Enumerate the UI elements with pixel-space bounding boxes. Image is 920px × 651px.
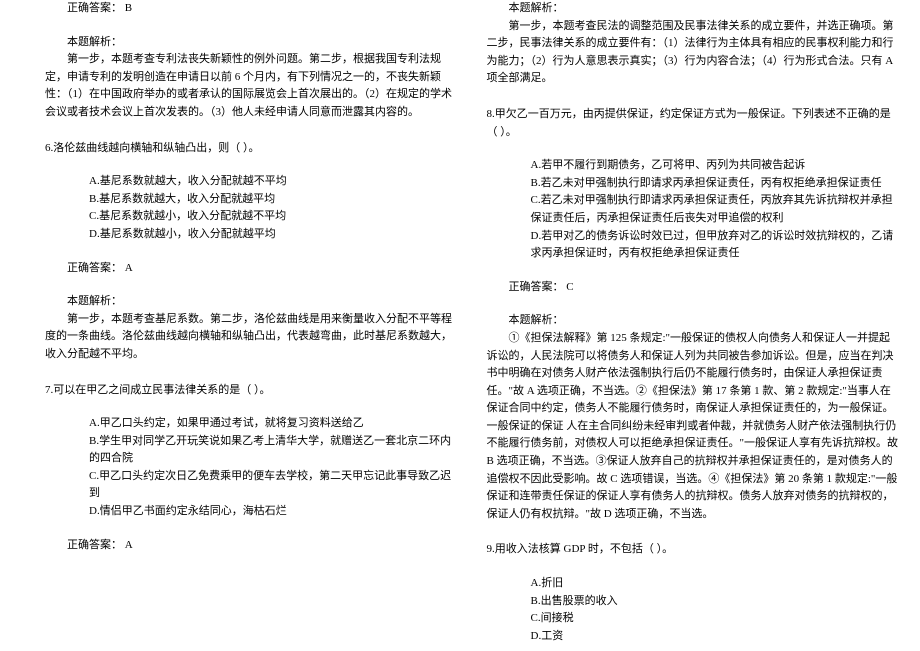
- answer-label: 正确答案：: [67, 262, 122, 274]
- answer-label: 正确答案：: [67, 539, 122, 551]
- q8: 8.甲欠乙一百万元，由丙提供保证，约定保证方式为一般保证。下列表述不正确的是（ …: [487, 106, 899, 141]
- q6-optA: A.基尼系数就越大，收入分配就越不平均: [89, 173, 457, 191]
- q6-options: A.基尼系数就越大，收入分配就越不平均 B.基尼系数就越大，收入分配就越平均 C…: [45, 173, 457, 243]
- q6-stem: 6.洛伦兹曲线越向横轴和纵轴凸出，则（ ）。: [45, 140, 457, 158]
- q7-options: A.甲乙口头约定，如果甲通过考试，就将复习资料送给乙 B.学生甲对同学乙开玩笑说…: [45, 415, 457, 521]
- answer-value: C: [566, 281, 573, 293]
- q7-answer: 正确答案： A: [45, 537, 457, 555]
- q8-optA: A.若甲不履行到期债务，乙可将甲、丙列为共同被告起诉: [531, 157, 899, 175]
- q9-optA: A.折旧: [531, 575, 899, 593]
- q8-options: A.若甲不履行到期债务，乙可将甲、丙列为共同被告起诉 B.若乙未对甲强制执行即请…: [487, 157, 899, 263]
- q9-optB: B.出售股票的收入: [531, 593, 899, 611]
- q8-optD: D.若甲对乙的债务诉讼时效已过，但甲放弃对乙的诉讼时效抗辩权的，乙请求丙承担保证…: [531, 228, 899, 263]
- q7-optC: C.甲乙口头约定次日乙免费乘甲的便车去学校，第二天甲忘记此事导致乙迟到: [89, 468, 457, 503]
- q6-optD: D.基尼系数就越小，收入分配就越平均: [89, 226, 457, 244]
- q9-optC: C.间接税: [531, 610, 899, 628]
- q7-explain-text: 第一步，本题考查民法的调整范围及民事法律关系的成立要件，并选正确项。第二步，民事…: [487, 18, 899, 88]
- q5-answer-block: 正确答案： B: [45, 0, 457, 18]
- q9-stem: 9.用收入法核算 GDP 时，不包括（ ）。: [487, 541, 899, 559]
- q6-answer: 正确答案： A: [45, 260, 457, 278]
- explain-label: 本题解析：: [45, 293, 457, 311]
- q8-explain-text: ①《担保法解释》第 125 条规定:"一般保证的债权人向债务人和保证人一并提起诉…: [487, 330, 899, 524]
- q6-optB: B.基尼系数就越大，收入分配就越平均: [89, 191, 457, 209]
- q9-optD: D.工资: [531, 628, 899, 646]
- answer-value: A: [125, 262, 133, 274]
- q8-answer: 正确答案： C: [487, 279, 899, 297]
- q7: 7.可以在甲乙之间成立民事法律关系的是（ ）。: [45, 382, 457, 400]
- answer-value: A: [125, 539, 133, 551]
- q7-optD: D.情侣甲乙书面约定永结同心，海枯石烂: [89, 503, 457, 521]
- q7-optA: A.甲乙口头约定，如果甲通过考试，就将复习资料送给乙: [89, 415, 457, 433]
- answer-label: 正确答案：: [67, 2, 122, 14]
- q5-answer: 正确答案： B: [45, 0, 457, 18]
- q8-answer-block: 正确答案： C: [487, 279, 899, 297]
- q7-answer-block: 正确答案： A: [45, 537, 457, 555]
- q8-optC: C.若乙未对甲强制执行即请求丙承担保证责任，丙放弃其先诉抗辩权并承担保证责任后，…: [531, 192, 899, 227]
- q6-optC: C.基尼系数就越小，收入分配就越不平均: [89, 208, 457, 226]
- q7-explain-block: 本题解析： 第一步，本题考查民法的调整范围及民事法律关系的成立要件，并选正确项。…: [487, 0, 899, 88]
- answer-label: 正确答案：: [509, 281, 564, 293]
- q8-optB: B.若乙未对甲强制执行即请求丙承担保证责任，丙有权拒绝承担保证责任: [531, 175, 899, 193]
- q6-explain-text: 第一步，本题考查基尼系数。第二步，洛伦兹曲线是用来衡量收入分配不平等程度的一条曲…: [45, 311, 457, 364]
- q9: 9.用收入法核算 GDP 时，不包括（ ）。: [487, 541, 899, 559]
- q8-explain-block: 本题解析： ①《担保法解释》第 125 条规定:"一般保证的债权人向债务人和保证…: [487, 312, 899, 523]
- answer-value: B: [125, 2, 132, 14]
- explain-label: 本题解析：: [45, 34, 457, 52]
- q6-answer-block: 正确答案： A: [45, 260, 457, 278]
- q7-optB: B.学生甲对同学乙开玩笑说如果乙考上清华大学，就赠送乙一套北京二环内的四合院: [89, 433, 457, 468]
- q9-options: A.折旧 B.出售股票的收入 C.间接税 D.工资: [487, 575, 899, 645]
- q8-stem: 8.甲欠乙一百万元，由丙提供保证，约定保证方式为一般保证。下列表述不正确的是（ …: [487, 106, 899, 141]
- explain-label: 本题解析：: [487, 312, 899, 330]
- q6: 6.洛伦兹曲线越向横轴和纵轴凸出，则（ ）。: [45, 140, 457, 158]
- q6-explain-block: 本题解析： 第一步，本题考查基尼系数。第二步，洛伦兹曲线是用来衡量收入分配不平等…: [45, 293, 457, 363]
- q7-stem: 7.可以在甲乙之间成立民事法律关系的是（ ）。: [45, 382, 457, 400]
- q5-explain-block: 本题解析： 第一步，本题考查专利法丧失新颖性的例外问题。第二步，根据我国专利法规…: [45, 34, 457, 122]
- q5-explain-text: 第一步，本题考查专利法丧失新颖性的例外问题。第二步，根据我国专利法规定，申请专利…: [45, 51, 457, 121]
- explain-label: 本题解析：: [487, 0, 899, 18]
